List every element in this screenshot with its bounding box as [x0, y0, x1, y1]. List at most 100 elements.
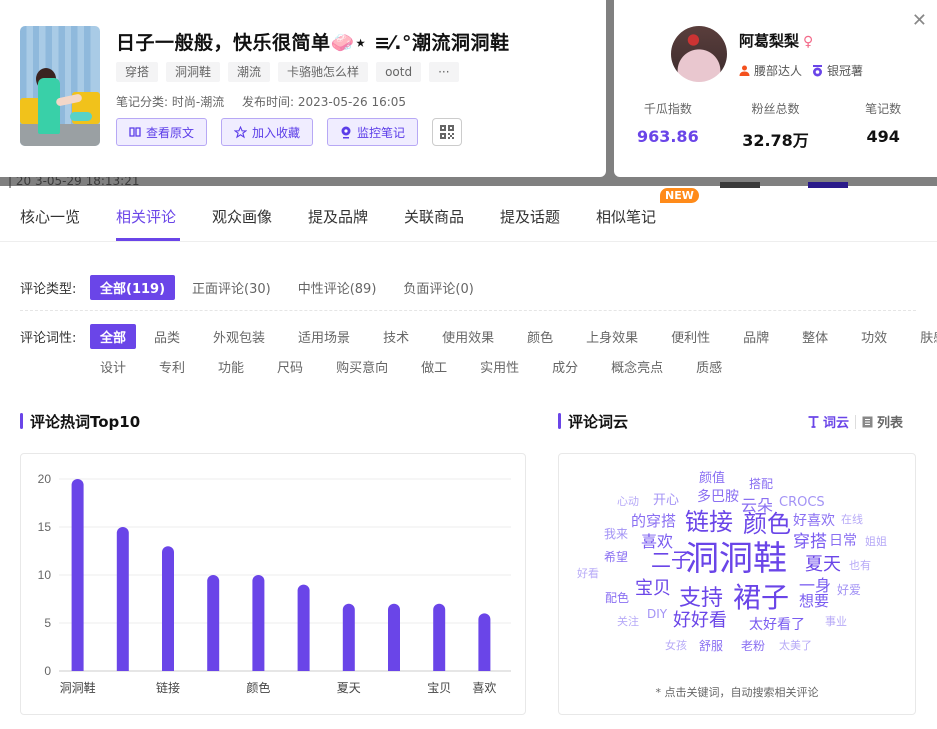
pos-filter-chip[interactable]: 技术: [373, 324, 419, 349]
tab-products[interactable]: 关联商品: [404, 206, 464, 227]
tab-overview[interactable]: 核心一览: [20, 206, 80, 227]
pos-filter-chip[interactable]: 上身效果: [576, 324, 648, 349]
filter-chip[interactable]: 负面评论(0): [393, 275, 483, 300]
wordcloud-word[interactable]: 在线: [841, 514, 863, 525]
wordcloud-word[interactable]: 洞洞鞋: [685, 542, 787, 576]
note-tag[interactable]: 潮流: [228, 62, 271, 82]
author-level-label: 腰部达人: [754, 64, 803, 78]
wordcloud-word[interactable]: 的穿搭: [631, 514, 676, 529]
pos-filter-chip[interactable]: 便利性: [661, 324, 720, 349]
tab-comments[interactable]: 相关评论: [116, 206, 176, 227]
pos-filter-chip[interactable]: 适用场景: [288, 324, 360, 349]
note-tag[interactable]: 洞洞鞋: [166, 62, 221, 82]
wordcloud-word[interactable]: 老粉: [741, 640, 765, 652]
wordcloud-word[interactable]: 颜色: [743, 512, 791, 536]
wordcloud-word[interactable]: CROCS: [779, 496, 825, 509]
bar[interactable]: [162, 546, 174, 671]
wordcloud-word[interactable]: 姐姐: [865, 536, 887, 547]
pos-filter-chip[interactable]: 成分: [542, 354, 588, 379]
wordcloud-word[interactable]: 我来: [604, 528, 628, 540]
pos-filter-chip[interactable]: 功效: [851, 324, 897, 349]
bar[interactable]: [478, 613, 491, 671]
wordcloud-word[interactable]: 多巴胺: [697, 490, 739, 504]
wordcloud-word[interactable]: 也有: [849, 560, 871, 571]
pos-filter-chip[interactable]: 颜色: [517, 324, 563, 349]
pos-filter-chip[interactable]: 概念亮点: [601, 354, 673, 379]
wordcloud-word[interactable]: 喜欢: [641, 534, 673, 550]
note-tag[interactable]: 穿搭: [116, 62, 159, 82]
filter-chip[interactable]: 中性评论(89): [288, 275, 387, 300]
wordcloud-word[interactable]: 裙子: [733, 584, 789, 612]
monitor-note-button[interactable]: 监控笔记: [327, 118, 419, 146]
view-original-button[interactable]: 查看原文: [116, 118, 208, 146]
wordcloud-word[interactable]: 二子: [651, 550, 691, 570]
pos-filter-chip[interactable]: 功能: [208, 354, 254, 379]
author-avatar[interactable]: [671, 26, 727, 82]
wordcloud-word[interactable]: 好爱: [837, 584, 861, 596]
bar[interactable]: [116, 527, 129, 671]
wordcloud-word[interactable]: 日常: [829, 534, 857, 548]
wordcloud-word[interactable]: 颜值: [699, 472, 725, 485]
pos-filter-chip[interactable]: 设计: [90, 354, 136, 379]
bar[interactable]: [207, 575, 220, 671]
wordcloud-word[interactable]: 女孩: [665, 640, 687, 651]
wordcloud-word[interactable]: 穿搭: [793, 534, 827, 551]
more-tags-button[interactable]: ···: [429, 62, 459, 82]
bar[interactable]: [388, 603, 400, 671]
wordcloud-word[interactable]: 想要: [799, 594, 829, 609]
wordcloud-word[interactable]: 舒服: [699, 640, 723, 652]
filter-chip[interactable]: 正面评论(30): [182, 275, 281, 300]
wordcloud-word[interactable]: 关注: [617, 616, 639, 627]
pos-filter-chip[interactable]: 品牌: [733, 324, 779, 349]
wordcloud-word[interactable]: 搭配: [749, 478, 773, 490]
view-list-button[interactable]: 列表: [862, 412, 903, 431]
pos-filter-chip[interactable]: 肤感: [910, 324, 937, 349]
wordcloud-word[interactable]: DIY: [647, 608, 667, 620]
wordcloud-word[interactable]: 太美了: [779, 640, 812, 651]
bar[interactable]: [433, 603, 446, 671]
wordcloud-word[interactable]: 开心: [653, 494, 679, 507]
wordcloud-word[interactable]: 事业: [825, 616, 847, 627]
wordcloud-word[interactable]: 太好看了: [749, 618, 805, 632]
pos-filter-chip[interactable]: 实用性: [470, 354, 529, 379]
wordcloud-word[interactable]: 云朵: [741, 498, 773, 514]
filter-chip[interactable]: 全部(119): [90, 275, 176, 300]
pos-filter-chip[interactable]: 使用效果: [432, 324, 504, 349]
add-favorite-button[interactable]: 加入收藏: [221, 118, 314, 146]
tab-similar-notes[interactable]: 相似笔记: [596, 206, 656, 227]
wordcloud-word[interactable]: 希望: [604, 551, 628, 563]
author-name[interactable]: 阿葛梨梨: [739, 32, 799, 50]
tab-topics[interactable]: 提及话题: [500, 206, 560, 227]
bar[interactable]: [297, 584, 310, 671]
bar[interactable]: [342, 603, 355, 671]
pos-filter-chip[interactable]: 专利: [149, 354, 195, 379]
view-cloud-button[interactable]: 词云: [808, 412, 849, 431]
note-tag[interactable]: ootd: [376, 62, 422, 82]
qr-code-button[interactable]: [432, 118, 463, 146]
wordcloud-word[interactable]: 宝贝: [635, 580, 671, 598]
note-cover-image[interactable]: [20, 26, 100, 146]
wordcloud-word[interactable]: 好喜欢: [793, 514, 835, 528]
bar[interactable]: [252, 575, 265, 671]
tab-brands[interactable]: 提及品牌: [308, 206, 368, 227]
pos-filter-chip[interactable]: 质感: [686, 354, 732, 379]
wordcloud-word[interactable]: 支持: [679, 588, 723, 610]
pos-filter-chip[interactable]: 品类: [144, 324, 190, 349]
wordcloud-word[interactable]: 心动: [617, 496, 639, 507]
book-icon: [129, 127, 141, 137]
pos-filter-chip[interactable]: 外观包装: [203, 324, 275, 349]
wordcloud-word[interactable]: 好看: [577, 568, 599, 579]
note-tag[interactable]: 卡骆驰怎么样: [278, 62, 369, 82]
close-icon[interactable]: ✕: [912, 12, 927, 30]
wordcloud-word[interactable]: 好好看: [673, 612, 727, 630]
wordcloud-word[interactable]: 夏天: [805, 556, 841, 574]
tab-audience[interactable]: 观众画像: [212, 206, 272, 227]
pos-filter-chip[interactable]: 尺码: [267, 354, 313, 379]
pos-filter-chip[interactable]: 购买意向: [326, 354, 398, 379]
wordcloud-word[interactable]: 链接: [685, 510, 733, 534]
wordcloud-word[interactable]: 配色: [605, 592, 629, 604]
bar[interactable]: [71, 479, 84, 671]
pos-filter-chip[interactable]: 全部: [90, 324, 137, 349]
pos-filter-chip[interactable]: 整体: [792, 324, 838, 349]
pos-filter-chip[interactable]: 做工: [411, 354, 457, 379]
